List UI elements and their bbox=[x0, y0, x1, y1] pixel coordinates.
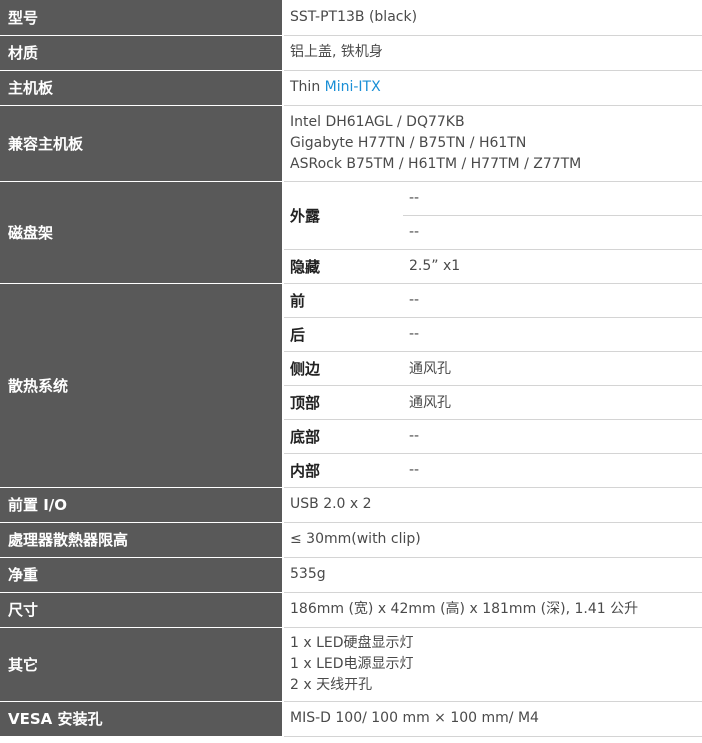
cooling-item-label: 内部 bbox=[283, 453, 403, 488]
spec-value-dimensions: 186mm (宽) x 42mm (高) x 181mm (深), 1.41 公… bbox=[283, 592, 702, 628]
spec-label-front-io: 前置 I/O bbox=[0, 487, 284, 523]
cooling-item-label: 底部 bbox=[283, 419, 403, 454]
spec-label-dimensions: 尺寸 bbox=[0, 592, 284, 628]
cooling-item-label: 顶部 bbox=[283, 385, 403, 420]
cooling-item-value: -- bbox=[403, 317, 702, 352]
mini-itx-link[interactable]: Mini-ITX bbox=[325, 79, 381, 95]
spec-value-motherboard: Thin Mini-ITX bbox=[283, 70, 702, 106]
spec-label-motherboard: 主机板 bbox=[0, 70, 284, 106]
spec-label-vesa: VESA 安装孔 bbox=[0, 701, 284, 737]
spec-row-other: 其它 1 x LED硬盘显示灯 1 x LED电源显示灯 2 x 天线开孔 bbox=[0, 627, 702, 702]
cooling-item-value: -- bbox=[403, 283, 702, 318]
spec-label-cooling: 散热系统 bbox=[0, 283, 284, 488]
cooling-item-value: 通风孔 bbox=[403, 385, 702, 420]
spec-label-compat: 兼容主机板 bbox=[0, 105, 284, 182]
spec-row-cpu-cooler: 處理器散熱器限高 ≤ 30mm(with clip) bbox=[0, 522, 702, 558]
other-line: 1 x LED电源显示灯 bbox=[290, 655, 414, 672]
spec-value-material: 铝上盖, 铁机身 bbox=[283, 35, 702, 71]
spec-row-cooling: 散热系统 前 -- bbox=[0, 283, 702, 488]
cooling-item-label: 前 bbox=[283, 283, 403, 318]
compat-line: Intel DH61AGL / DQ77KB bbox=[290, 113, 465, 130]
other-line: 2 x 天线开孔 bbox=[290, 676, 373, 693]
spec-row-material: 材质 铝上盖, 铁机身 bbox=[0, 35, 702, 71]
spec-row-weight: 净重 535g bbox=[0, 557, 702, 593]
spec-value-model: SST-PT13B (black) bbox=[283, 0, 702, 36]
drive-bay-external-label: 外露 bbox=[283, 181, 403, 250]
drive-bay-external-value: -- bbox=[403, 181, 702, 216]
spec-label-weight: 净重 bbox=[0, 557, 284, 593]
spec-value-cpu-cooler: ≤ 30mm(with clip) bbox=[283, 522, 702, 558]
other-line: 1 x LED硬盘显示灯 bbox=[290, 634, 414, 651]
spec-label-drive-bay: 磁盘架 bbox=[0, 181, 284, 284]
motherboard-prefix: Thin bbox=[290, 79, 325, 95]
spec-table: 型号 SST-PT13B (black) 材质 铝上盖, 铁机身 主机板 Thi… bbox=[0, 0, 702, 737]
cooling-item-value: -- bbox=[403, 419, 702, 454]
spec-value-vesa: MIS-D 100/ 100 mm × 100 mm/ M4 bbox=[283, 701, 702, 737]
spec-label-material: 材质 bbox=[0, 35, 284, 71]
spec-value-front-io: USB 2.0 x 2 bbox=[283, 487, 702, 523]
spec-label-cpu-cooler: 處理器散熱器限高 bbox=[0, 522, 284, 558]
spec-row-vesa: VESA 安装孔 MIS-D 100/ 100 mm × 100 mm/ M4 bbox=[0, 701, 702, 737]
spec-label-other: 其它 bbox=[0, 627, 284, 702]
spec-row-compat: 兼容主机板 Intel DH61AGL / DQ77KB Gigabyte H7… bbox=[0, 105, 702, 182]
drive-bay-hidden-label: 隐藏 bbox=[283, 249, 403, 284]
spec-value-compat: Intel DH61AGL / DQ77KB Gigabyte H77TN / … bbox=[283, 105, 702, 182]
compat-line: ASRock B75TM / H61TM / H77TM / Z77TM bbox=[290, 155, 582, 172]
spec-value-other: 1 x LED硬盘显示灯 1 x LED电源显示灯 2 x 天线开孔 bbox=[283, 627, 702, 702]
cooling-item-value: -- bbox=[403, 453, 702, 488]
spec-value-weight: 535g bbox=[283, 557, 702, 593]
spec-label-model: 型号 bbox=[0, 0, 284, 36]
cooling-item-label: 侧边 bbox=[283, 351, 403, 386]
drive-bay-hidden-value: 2.5” x1 bbox=[403, 249, 702, 284]
compat-line: Gigabyte H77TN / B75TN / H61TN bbox=[290, 134, 527, 151]
spec-row-model: 型号 SST-PT13B (black) bbox=[0, 0, 702, 36]
spec-row-front-io: 前置 I/O USB 2.0 x 2 bbox=[0, 487, 702, 523]
spec-row-motherboard: 主机板 Thin Mini-ITX bbox=[0, 70, 702, 106]
cooling-item-value: 通风孔 bbox=[403, 351, 702, 386]
spec-row-drive-bay: 磁盘架 外露 -- bbox=[0, 181, 702, 284]
spec-row-dimensions: 尺寸 186mm (宽) x 42mm (高) x 181mm (深), 1.4… bbox=[0, 592, 702, 628]
drive-bay-external-value: -- bbox=[403, 215, 702, 250]
cooling-item-label: 后 bbox=[283, 317, 403, 352]
